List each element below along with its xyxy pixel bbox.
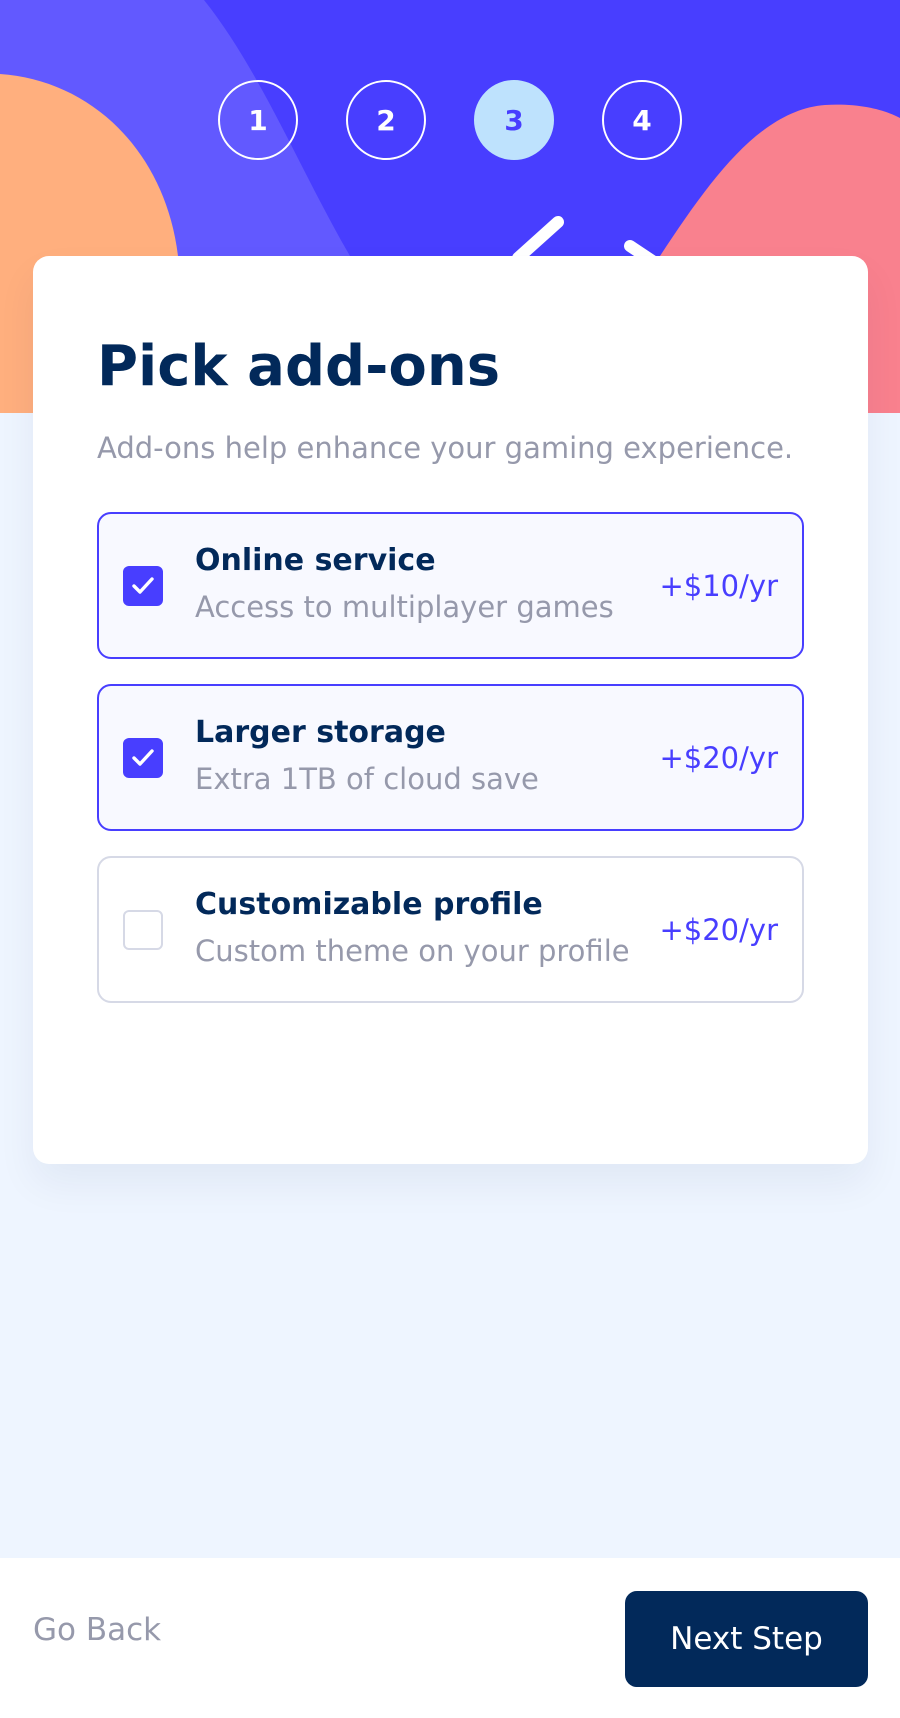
addon-customizable-profile[interactable]: Customizable profile Custom theme on you… — [97, 856, 804, 1004]
addon-description: Access to multiplayer games — [195, 589, 614, 624]
addon-text: Customizable profile Custom theme on you… — [195, 885, 659, 974]
page-title: Pick add-ons — [97, 334, 501, 399]
addon-name: Larger storage — [195, 714, 446, 750]
addon-text: Larger storage Extra 1TB of cloud save — [195, 713, 659, 802]
addon-checkbox[interactable] — [123, 737, 163, 778]
page-subtitle: Add-ons help enhance your gaming experie… — [97, 430, 794, 465]
addon-checkbox[interactable] — [123, 565, 163, 606]
addon-larger-storage[interactable]: Larger storage Extra 1TB of cloud save +… — [97, 684, 804, 832]
addon-description: Extra 1TB of cloud save — [195, 761, 539, 796]
checkmark-icon — [132, 748, 154, 766]
addon-checkbox[interactable] — [123, 909, 163, 950]
form-card: Pick add-ons Add-ons help enhance your g… — [33, 256, 868, 1164]
go-back-button[interactable]: Go Back — [33, 1602, 161, 1658]
next-step-button[interactable]: Next Step — [625, 1591, 868, 1687]
step-circle-4[interactable]: 4 — [602, 80, 682, 160]
addon-description: Custom theme on your profile — [195, 933, 630, 968]
checkmark-icon — [132, 576, 154, 594]
addon-list: Online service Access to multiplayer gam… — [97, 512, 804, 1004]
addon-price: +$20/yr — [659, 912, 778, 947]
step-indicator: 1234 — [218, 80, 682, 160]
footer-nav: Go Back Next Step — [0, 1558, 900, 1718]
addon-price: +$20/yr — [659, 740, 778, 775]
step-circle-1[interactable]: 1 — [218, 80, 298, 160]
step-circle-2[interactable]: 2 — [346, 80, 426, 160]
addon-price: +$10/yr — [659, 568, 778, 603]
addon-text: Online service Access to multiplayer gam… — [195, 541, 659, 630]
addon-name: Online service — [195, 542, 436, 578]
decorative-line-left — [512, 216, 564, 264]
step-circle-3[interactable]: 3 — [474, 80, 554, 160]
addon-name: Customizable profile — [195, 886, 543, 922]
addon-online-service[interactable]: Online service Access to multiplayer gam… — [97, 512, 804, 660]
